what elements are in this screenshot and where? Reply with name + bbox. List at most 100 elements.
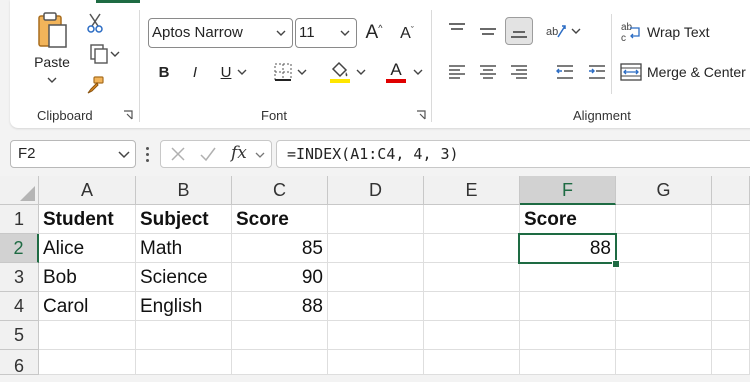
- empty-cell[interactable]: [39, 321, 136, 350]
- grow-font-button[interactable]: A ^: [362, 20, 386, 46]
- cancel-icon[interactable]: [169, 145, 187, 163]
- underline-button[interactable]: U: [214, 60, 254, 84]
- cell-c4[interactable]: 88: [232, 292, 328, 321]
- row-header-5[interactable]: 5: [0, 321, 39, 350]
- fill-handle[interactable]: [612, 260, 620, 268]
- empty-cell[interactable]: [328, 263, 424, 292]
- empty-cell[interactable]: [136, 321, 232, 350]
- name-box[interactable]: F2: [10, 140, 136, 168]
- empty-cell[interactable]: [39, 350, 136, 375]
- align-center-button[interactable]: [474, 58, 502, 86]
- empty-cell[interactable]: [616, 234, 712, 263]
- column-header-c[interactable]: C: [232, 176, 328, 205]
- fill-color-button[interactable]: [323, 58, 371, 86]
- cell-b2[interactable]: Math: [136, 234, 232, 263]
- formula-input[interactable]: =INDEX(A1:C4, 4, 3): [276, 140, 750, 168]
- empty-cell[interactable]: [520, 292, 616, 321]
- insert-function-button[interactable]: fx: [231, 143, 247, 163]
- column-header-e[interactable]: E: [424, 176, 520, 205]
- cell-a4[interactable]: Carol: [39, 292, 136, 321]
- check-icon[interactable]: [199, 145, 217, 163]
- align-right-button[interactable]: [505, 58, 533, 86]
- format-painter-button[interactable]: [84, 74, 106, 96]
- row-header-6[interactable]: 6: [0, 350, 39, 376]
- empty-cell[interactable]: [616, 292, 712, 321]
- borders-button[interactable]: [268, 60, 312, 84]
- shrink-font-button[interactable]: Aˇ: [396, 22, 418, 46]
- empty-cell[interactable]: [328, 234, 424, 263]
- row-header-3[interactable]: 3: [0, 263, 39, 292]
- chevron-down-icon: [118, 151, 130, 159]
- empty-cell[interactable]: [328, 292, 424, 321]
- empty-cell[interactable]: [232, 321, 328, 350]
- empty-cell[interactable]: [520, 263, 616, 292]
- empty-cell[interactable]: [520, 350, 616, 375]
- dialog-launcher-icon[interactable]: [123, 110, 133, 120]
- italic-button[interactable]: I: [184, 60, 206, 84]
- row-header-4[interactable]: 4: [0, 292, 39, 321]
- wrap-text-icon: abc: [621, 22, 640, 43]
- empty-cell[interactable]: [712, 292, 750, 321]
- row-header-2[interactable]: 2: [0, 234, 39, 263]
- paste-button[interactable]: Paste: [26, 10, 78, 92]
- align-left-icon: [449, 65, 465, 79]
- font-size-combo[interactable]: 11: [295, 18, 357, 48]
- empty-cell[interactable]: [424, 234, 520, 263]
- column-header-d[interactable]: D: [328, 176, 424, 205]
- row-header-1[interactable]: 1: [0, 205, 39, 234]
- empty-cell[interactable]: [712, 321, 750, 350]
- cell-c3[interactable]: 90: [232, 263, 328, 292]
- empty-cell[interactable]: [616, 263, 712, 292]
- orientation-button[interactable]: ab: [541, 17, 585, 45]
- font-name-combo[interactable]: Aptos Narrow: [148, 18, 293, 48]
- select-all-corner[interactable]: [0, 176, 39, 205]
- cell-a3[interactable]: Bob: [39, 263, 136, 292]
- cut-button[interactable]: [84, 12, 106, 34]
- empty-cell[interactable]: [712, 205, 750, 234]
- empty-cell[interactable]: [712, 234, 750, 263]
- empty-cell[interactable]: [424, 263, 520, 292]
- bottom-align-button[interactable]: [505, 17, 533, 45]
- cell-b4[interactable]: English: [136, 292, 232, 321]
- cell-f1[interactable]: Score: [520, 205, 616, 234]
- empty-cell[interactable]: [232, 350, 328, 375]
- decrease-indent-button[interactable]: [551, 58, 579, 86]
- column-header-f[interactable]: F: [520, 176, 616, 205]
- bold-button[interactable]: B: [153, 60, 175, 84]
- cell-a2[interactable]: Alice: [39, 234, 136, 263]
- empty-cell[interactable]: [712, 263, 750, 292]
- empty-cell[interactable]: [424, 350, 520, 375]
- cell-b1[interactable]: Subject: [136, 205, 232, 234]
- empty-cell[interactable]: [328, 205, 424, 234]
- empty-cell[interactable]: [616, 205, 712, 234]
- empty-cell[interactable]: [424, 292, 520, 321]
- cell-a1[interactable]: Student: [39, 205, 136, 234]
- empty-cell[interactable]: [712, 350, 750, 375]
- worksheet-grid[interactable]: A B C D E F G 1 2 3 4 5 6 Student Subjec…: [0, 176, 750, 376]
- empty-cell[interactable]: [424, 205, 520, 234]
- column-header-a[interactable]: A: [39, 176, 136, 205]
- empty-cell[interactable]: [616, 321, 712, 350]
- column-header-next[interactable]: [712, 176, 750, 205]
- more-options-icon[interactable]: [146, 145, 150, 163]
- cell-b3[interactable]: Science: [136, 263, 232, 292]
- merge-center-button[interactable]: Merge & Center: [620, 58, 750, 86]
- wrap-text-button[interactable]: ab c Wrap Text: [620, 18, 750, 46]
- column-header-b[interactable]: B: [136, 176, 232, 205]
- top-align-button[interactable]: [443, 17, 471, 45]
- empty-cell[interactable]: [424, 321, 520, 350]
- dialog-launcher-icon[interactable]: [416, 110, 426, 120]
- empty-cell[interactable]: [136, 350, 232, 375]
- empty-cell[interactable]: [328, 350, 424, 375]
- middle-align-button[interactable]: [474, 17, 502, 45]
- align-left-button[interactable]: [443, 58, 471, 86]
- font-color-button[interactable]: A: [380, 58, 428, 86]
- copy-button[interactable]: [82, 42, 126, 66]
- cell-c1[interactable]: Score: [232, 205, 328, 234]
- increase-indent-button[interactable]: [583, 58, 611, 86]
- column-header-g[interactable]: G: [616, 176, 712, 205]
- empty-cell[interactable]: [616, 350, 712, 375]
- empty-cell[interactable]: [328, 321, 424, 350]
- empty-cell[interactable]: [520, 321, 616, 350]
- cell-c2[interactable]: 85: [232, 234, 328, 263]
